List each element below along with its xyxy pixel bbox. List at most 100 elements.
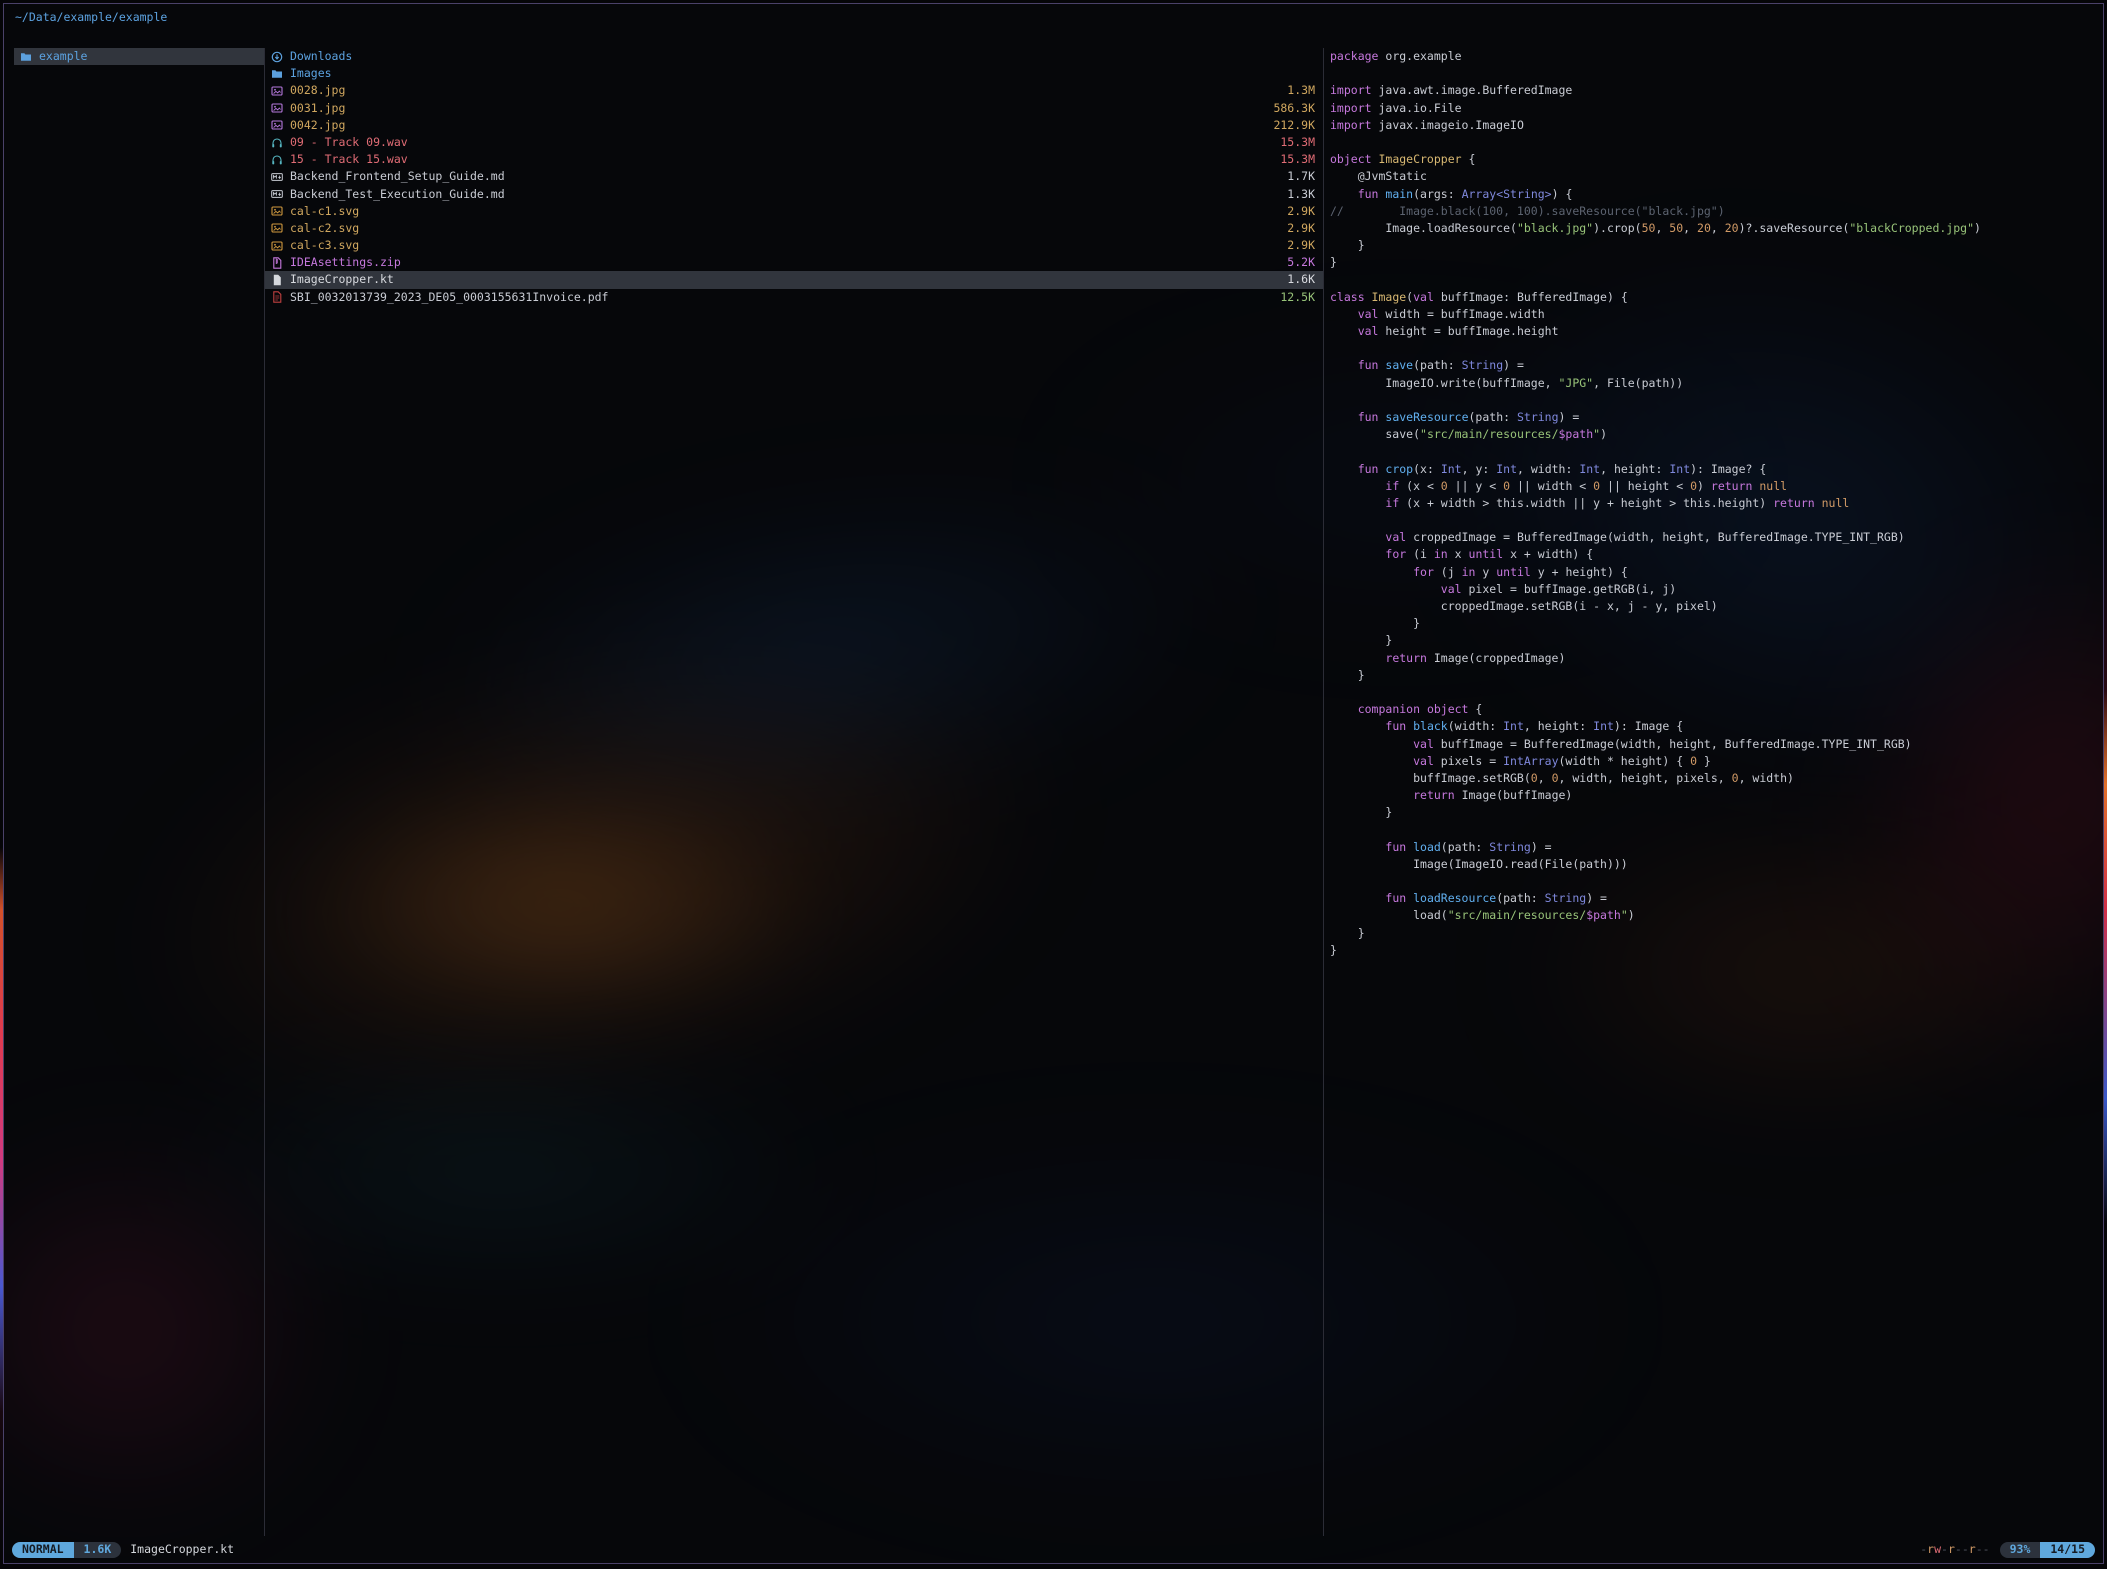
file-row[interactable]: 0031.jpg586.3K bbox=[265, 100, 1323, 117]
code-line: fun loadResource(path: String) = bbox=[1330, 890, 2097, 907]
file-row[interactable]: Images bbox=[265, 65, 1323, 82]
code-line: } bbox=[1330, 237, 2097, 254]
position-pill: 93% 14/15 bbox=[2000, 1542, 2095, 1558]
folder-icon bbox=[271, 68, 284, 80]
file-row[interactable]: cal-c1.svg2.9K bbox=[265, 203, 1323, 220]
file-row[interactable]: Backend_Test_Execution_Guide.md1.3K bbox=[265, 186, 1323, 203]
file-row[interactable]: IDEAsettings.zip5.2K bbox=[265, 254, 1323, 271]
code-line: ImageIO.write(buffImage, "JPG", File(pat… bbox=[1330, 375, 2097, 392]
code-line bbox=[1330, 512, 2097, 529]
file-row[interactable]: cal-c2.svg2.9K bbox=[265, 220, 1323, 237]
code-line: if (x + width > this.width || y + height… bbox=[1330, 495, 2097, 512]
code-line: Image(ImageIO.read(File(path))) bbox=[1330, 856, 2097, 873]
code-line: } bbox=[1330, 804, 2097, 821]
file-list-pane: DownloadsImages0028.jpg1.3M0031.jpg586.3… bbox=[265, 48, 1323, 1536]
file-name: Images bbox=[290, 65, 1315, 82]
file-name: cal-c2.svg bbox=[290, 220, 1287, 237]
file-name: cal-c3.svg bbox=[290, 237, 1287, 254]
file-row[interactable]: 0028.jpg1.3M bbox=[265, 82, 1323, 99]
status-bar-right: -rw-r--r-- 93% 14/15 bbox=[1920, 1541, 2095, 1558]
code-line bbox=[1330, 392, 2097, 409]
file-row[interactable]: Downloads bbox=[265, 48, 1323, 65]
code-line: val croppedImage = BufferedImage(width, … bbox=[1330, 529, 2097, 546]
code-line: val width = buffImage.width bbox=[1330, 306, 2097, 323]
file-size: 212.9K bbox=[1273, 117, 1315, 134]
status-filename: ImageCropper.kt bbox=[130, 1541, 234, 1558]
code-line bbox=[1330, 134, 2097, 151]
code-line: if (x < 0 || y < 0 || width < 0 || heigh… bbox=[1330, 478, 2097, 495]
file-name: 0042.jpg bbox=[290, 117, 1273, 134]
file-row[interactable]: 15 - Track 15.wav15.3M bbox=[265, 151, 1323, 168]
file-name: cal-c1.svg bbox=[290, 203, 1287, 220]
file-row[interactable]: cal-c3.svg2.9K bbox=[265, 237, 1323, 254]
file-row[interactable]: 09 - Track 09.wav15.3M bbox=[265, 134, 1323, 151]
mode-pill: NORMAL 1.6K bbox=[12, 1542, 121, 1558]
code-line: package org.example bbox=[1330, 48, 2097, 65]
code-line: for (i in x until x + width) { bbox=[1330, 546, 2097, 563]
code-line: } bbox=[1330, 925, 2097, 942]
folder-icon bbox=[20, 51, 33, 63]
code-line: fun load(path: String) = bbox=[1330, 839, 2097, 856]
file-name: 0031.jpg bbox=[290, 100, 1273, 117]
code-line: companion object { bbox=[1330, 701, 2097, 718]
code-line: } bbox=[1330, 667, 2097, 684]
file-size: 2.9K bbox=[1287, 237, 1315, 254]
parent-directory-pane: example bbox=[14, 48, 264, 1536]
markdown-icon bbox=[271, 188, 284, 200]
file-row[interactable]: Backend_Frontend_Setup_Guide.md1.7K bbox=[265, 168, 1323, 185]
code-line: } bbox=[1330, 254, 2097, 271]
file-name: 09 - Track 09.wav bbox=[290, 134, 1280, 151]
terminal-window: ~/Data/example/example example Downloads… bbox=[3, 3, 2104, 1564]
audio-icon bbox=[271, 137, 284, 149]
svg-image-icon bbox=[271, 222, 284, 234]
audio-icon bbox=[271, 154, 284, 166]
file-size: 12.5K bbox=[1280, 289, 1315, 306]
code-line: class Image(val buffImage: BufferedImage… bbox=[1330, 289, 2097, 306]
code-line bbox=[1330, 821, 2097, 838]
file-size: 5.2K bbox=[1287, 254, 1315, 271]
file-size: 1.7K bbox=[1287, 168, 1315, 185]
file-row[interactable]: SBI_0032013739_2023_DE05_0003155631Invoi… bbox=[265, 289, 1323, 306]
code-line: val height = buffImage.height bbox=[1330, 323, 2097, 340]
code-line: } bbox=[1330, 942, 2097, 959]
svg-image-icon bbox=[271, 240, 284, 252]
code-line: object ImageCropper { bbox=[1330, 151, 2097, 168]
code-line: return Image(buffImage) bbox=[1330, 787, 2097, 804]
file-manager-panes: example DownloadsImages0028.jpg1.3M0031.… bbox=[14, 48, 2097, 1536]
code-line: // Image.black(100, 100).saveResource("b… bbox=[1330, 203, 2097, 220]
image-icon bbox=[271, 119, 284, 131]
code-line: save("src/main/resources/$path") bbox=[1330, 426, 2097, 443]
file-size: 1.6K bbox=[1287, 271, 1315, 288]
code-line: buffImage.setRGB(0, 0, width, height, pi… bbox=[1330, 770, 2097, 787]
file-size: 586.3K bbox=[1273, 100, 1315, 117]
code-line: } bbox=[1330, 615, 2097, 632]
status-bar: NORMAL 1.6K ImageCropper.kt -rw-r--r-- 9… bbox=[12, 1541, 2095, 1558]
file-row[interactable]: ImageCropper.kt1.6K bbox=[265, 271, 1323, 288]
list-position: 14/15 bbox=[2040, 1542, 2095, 1558]
code-line bbox=[1330, 65, 2097, 82]
code-line: fun crop(x: Int, y: Int, width: Int, hei… bbox=[1330, 461, 2097, 478]
file-name: 0028.jpg bbox=[290, 82, 1287, 99]
file-row[interactable]: example bbox=[14, 48, 264, 65]
downloads-folder-icon bbox=[271, 51, 284, 63]
file-row[interactable]: 0042.jpg212.9K bbox=[265, 117, 1323, 134]
code-line: import java.io.File bbox=[1330, 100, 2097, 117]
scroll-percent: 93% bbox=[2000, 1542, 2041, 1558]
code-line: import javax.imageio.ImageIO bbox=[1330, 117, 2097, 134]
markdown-icon bbox=[271, 171, 284, 183]
code-line: } bbox=[1330, 632, 2097, 649]
file-size: 2.9K bbox=[1287, 220, 1315, 237]
code-line: import java.awt.image.BufferedImage bbox=[1330, 82, 2097, 99]
pdf-icon bbox=[271, 291, 284, 303]
code-line: val pixel = buffImage.getRGB(i, j) bbox=[1330, 581, 2097, 598]
code-line: for (j in y until y + height) { bbox=[1330, 564, 2097, 581]
file-name: ImageCropper.kt bbox=[290, 271, 1287, 288]
code-line bbox=[1330, 443, 2097, 460]
file-permissions: -rw-r--r-- bbox=[1920, 1541, 1989, 1558]
current-path: ~/Data/example/example bbox=[15, 9, 167, 26]
file-preview-pane: package org.example import java.awt.image… bbox=[1324, 48, 2097, 1536]
code-line: val buffImage = BufferedImage(width, hei… bbox=[1330, 736, 2097, 753]
code-line: Image.loadResource("black.jpg").crop(50,… bbox=[1330, 220, 2097, 237]
code-line: load("src/main/resources/$path") bbox=[1330, 907, 2097, 924]
file-icon bbox=[271, 274, 284, 286]
